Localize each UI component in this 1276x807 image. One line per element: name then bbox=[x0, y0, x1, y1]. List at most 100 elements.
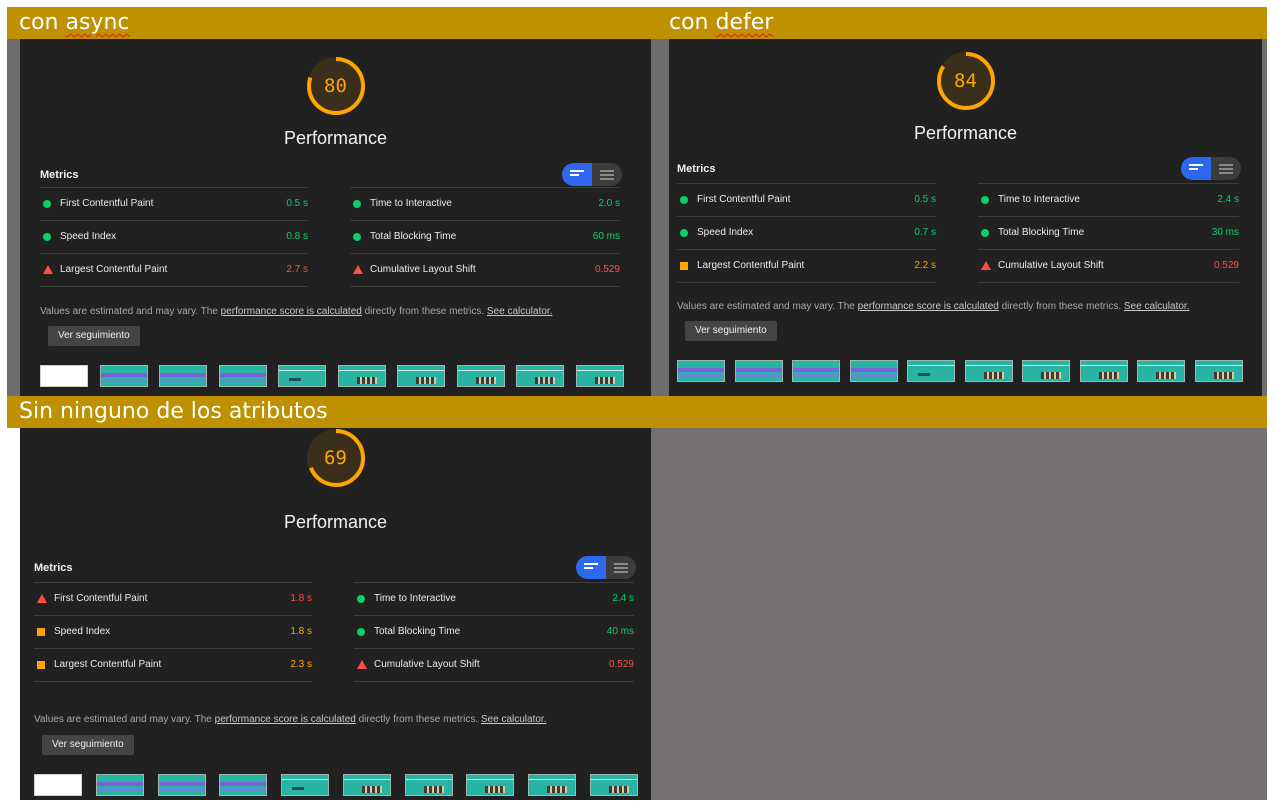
view-trace-button[interactable]: Ver seguimiento bbox=[685, 321, 777, 341]
calculator-link[interactable]: See calculator. bbox=[481, 714, 547, 725]
metric-value: 2.3 s bbox=[290, 659, 312, 670]
orange-square-icon bbox=[37, 661, 45, 669]
metrics-column-left: First Contentful Paint 1.8 s Speed Index 1.… bbox=[34, 582, 312, 682]
score-calculation-link[interactable]: performance score is calculated bbox=[858, 301, 999, 312]
metric-value: 2.4 s bbox=[1217, 194, 1239, 205]
metric-name: Total Blocking Time bbox=[998, 227, 1085, 238]
calculator-link[interactable]: See calculator. bbox=[1124, 301, 1190, 312]
filmstrip-thumbnail bbox=[40, 365, 88, 387]
filmstrip-thumbnail bbox=[516, 365, 564, 387]
view-trace-button[interactable]: Ver seguimiento bbox=[48, 326, 140, 346]
note-middle: directly from these metrics. bbox=[361, 306, 487, 317]
filmstrip-thumbnail bbox=[100, 365, 148, 387]
metric-row: Time to Interactive 2.4 s bbox=[354, 582, 634, 615]
metric-row: Time to Interactive 2.4 s bbox=[978, 183, 1239, 216]
metric-value: 2.7 s bbox=[286, 264, 308, 275]
filmstrip-thumbnail bbox=[278, 365, 326, 387]
metric-value: 2.2 s bbox=[914, 260, 936, 271]
metric-name: Largest Contentful Paint bbox=[697, 260, 805, 271]
filmstrip-thumbnail bbox=[343, 774, 391, 796]
orange-square-icon bbox=[37, 628, 45, 636]
filmstrip bbox=[40, 365, 624, 389]
score-calculation-link[interactable]: performance score is calculated bbox=[221, 306, 362, 317]
report-panel-defer: 84 Performance Metrics First Contentful Pai… bbox=[669, 39, 1262, 396]
filmstrip-thumbnail bbox=[576, 365, 624, 387]
metric-row: Cumulative Layout Shift 0.529 bbox=[978, 249, 1239, 283]
list-compact-icon[interactable] bbox=[562, 163, 592, 186]
metric-row: Largest Contentful Paint 2.7 s bbox=[40, 253, 308, 287]
note-prefix: Values are estimated and may vary. The bbox=[34, 714, 215, 725]
filmstrip bbox=[677, 360, 1243, 384]
metrics-view-toggle[interactable] bbox=[1181, 157, 1241, 180]
list-detailed-icon[interactable] bbox=[592, 163, 622, 186]
note-middle: directly from these metrics. bbox=[998, 301, 1124, 312]
estimate-note: Values are estimated and may vary. The p… bbox=[40, 306, 552, 317]
metric-value: 0.529 bbox=[608, 659, 634, 670]
metrics-column-right: Time to Interactive 2.4 s Total Blocking T… bbox=[354, 582, 634, 682]
report-panel-none: 69 Performance Metrics First Contentful Pai… bbox=[20, 428, 651, 800]
metric-row: Largest Contentful Paint 2.3 s bbox=[34, 648, 312, 682]
green-circle-icon bbox=[357, 595, 365, 603]
metrics-view-toggle[interactable] bbox=[576, 556, 636, 579]
metrics-view-toggle[interactable] bbox=[562, 163, 622, 186]
filmstrip-thumbnail bbox=[159, 365, 207, 387]
green-circle-icon bbox=[680, 229, 688, 237]
metric-row: Cumulative Layout Shift 0.529 bbox=[350, 253, 620, 287]
metric-row: Speed Index 1.8 s bbox=[34, 615, 312, 648]
red-triangle-icon bbox=[353, 265, 363, 274]
metric-row: Time to Interactive 2.0 s bbox=[350, 187, 620, 220]
score-gauge: 69 bbox=[306, 428, 366, 488]
green-circle-icon bbox=[43, 233, 51, 241]
red-triangle-icon bbox=[43, 265, 53, 274]
list-compact-icon[interactable] bbox=[1181, 157, 1211, 180]
green-circle-icon bbox=[353, 200, 361, 208]
section-heading-defer: con defer bbox=[651, 7, 1267, 39]
performance-title: Performance bbox=[283, 512, 388, 532]
view-trace-button[interactable]: Ver seguimiento bbox=[42, 735, 134, 755]
report-panel-async: 80 Performance Metrics First Contentful Pai… bbox=[20, 39, 651, 396]
filmstrip-thumbnail bbox=[158, 774, 206, 796]
list-detailed-icon[interactable] bbox=[606, 556, 636, 579]
filmstrip-thumbnail bbox=[466, 774, 514, 796]
section-heading-async: con async bbox=[7, 7, 651, 39]
list-compact-icon[interactable] bbox=[576, 556, 606, 579]
metric-row: Speed Index 0.7 s bbox=[677, 216, 936, 249]
score-calculation-link[interactable]: performance score is calculated bbox=[215, 714, 356, 725]
metric-value: 1.8 s bbox=[290, 593, 312, 604]
metric-row: Speed Index 0.8 s bbox=[40, 220, 308, 253]
filmstrip-thumbnail bbox=[850, 360, 898, 382]
metrics-column-left: First Contentful Paint 0.5 s Speed Index 0.… bbox=[40, 187, 308, 287]
score-gauge: 80 bbox=[306, 56, 366, 116]
green-circle-icon bbox=[981, 229, 989, 237]
metrics-column-left: First Contentful Paint 0.5 s Speed Index 0.… bbox=[677, 183, 936, 283]
metric-name: Time to Interactive bbox=[370, 198, 452, 209]
calculator-link[interactable]: See calculator. bbox=[487, 306, 553, 317]
score-value: 84 bbox=[954, 70, 977, 92]
metric-name: Largest Contentful Paint bbox=[60, 264, 168, 275]
metric-name: Total Blocking Time bbox=[370, 231, 457, 242]
filmstrip-thumbnail bbox=[792, 360, 840, 382]
filmstrip-thumbnail bbox=[219, 774, 267, 796]
green-circle-icon bbox=[43, 200, 51, 208]
filmstrip-thumbnail bbox=[397, 365, 445, 387]
green-circle-icon bbox=[353, 233, 361, 241]
filmstrip-thumbnail bbox=[1195, 360, 1243, 382]
filmstrip-thumbnail bbox=[907, 360, 955, 382]
performance-title: Performance bbox=[913, 123, 1018, 143]
frame-right-gutter bbox=[1262, 39, 1267, 396]
metric-row: Largest Contentful Paint 2.2 s bbox=[677, 249, 936, 283]
filmstrip-thumbnail bbox=[528, 774, 576, 796]
list-detailed-icon[interactable] bbox=[1211, 157, 1241, 180]
filmstrip-thumbnail bbox=[1080, 360, 1128, 382]
metric-value: 0.5 s bbox=[286, 198, 308, 209]
metric-value: 1.8 s bbox=[290, 626, 312, 637]
metric-name: Time to Interactive bbox=[374, 593, 456, 604]
filmstrip-thumbnail bbox=[1137, 360, 1185, 382]
metrics-column-right: Time to Interactive 2.0 s Total Blocking T… bbox=[350, 187, 620, 287]
score-value: 69 bbox=[324, 447, 347, 469]
green-circle-icon bbox=[357, 628, 365, 636]
metric-name: Time to Interactive bbox=[998, 194, 1080, 205]
filmstrip-thumbnail bbox=[34, 774, 82, 796]
metrics-heading: Metrics bbox=[40, 169, 79, 181]
metrics-heading: Metrics bbox=[34, 562, 73, 574]
